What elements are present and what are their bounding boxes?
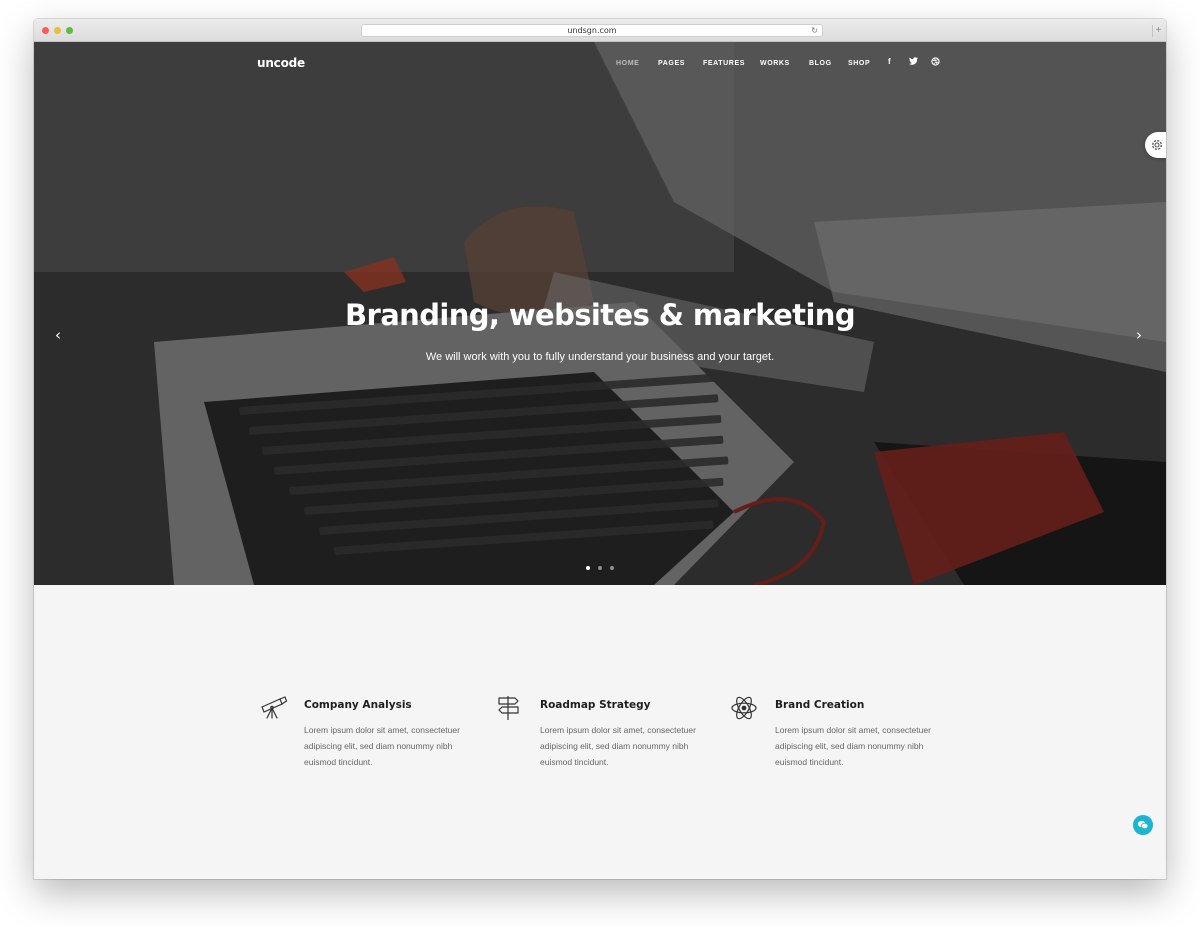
nav-item-works[interactable]: WORKS	[760, 59, 790, 68]
nav-item-blog[interactable]: BLOG	[809, 59, 832, 68]
chat-button[interactable]	[1133, 815, 1153, 835]
minimize-window-button[interactable]	[54, 27, 61, 34]
browser-titlebar: undsgn.com ↻ +	[34, 19, 1166, 42]
feature-title: Brand Creation	[775, 699, 865, 711]
nav-item-home[interactable]: HOME	[616, 59, 639, 68]
feature-text: Lorem ipsum dolor sit amet, consectetuer…	[304, 725, 460, 767]
hero-slider: uncode HOME PAGES FEATURES WORKS BLOG SH…	[34, 42, 1166, 585]
address-bar-url: undsgn.com	[567, 26, 617, 35]
close-window-button[interactable]	[42, 27, 49, 34]
hero-title: Branding, websites & marketing	[344, 298, 856, 332]
nav-item-shop[interactable]: SHOP	[848, 59, 870, 68]
slider-dot[interactable]	[586, 566, 590, 570]
telescope-icon	[261, 696, 288, 719]
browser-window: undsgn.com ↻ + uncode HOME PAGES FEATURE…	[34, 19, 1166, 879]
address-bar[interactable]: undsgn.com ↻	[361, 24, 823, 37]
plus-icon[interactable]: +	[1152, 25, 1164, 37]
theme-settings-button[interactable]	[1145, 132, 1166, 158]
signpost-icon	[498, 696, 519, 720]
chevron-right-icon[interactable]: ›	[1136, 326, 1142, 344]
dribbble-icon[interactable]	[931, 57, 940, 69]
nav-item-features[interactable]: FEATURES	[703, 59, 745, 68]
feature-title: Company Analysis	[304, 699, 412, 711]
feature-text: Lorem ipsum dolor sit amet, consectetuer…	[540, 725, 696, 767]
site-logo[interactable]: uncode	[257, 56, 305, 70]
feature-text: Lorem ipsum dolor sit amet, consectetuer…	[775, 725, 931, 767]
facebook-icon[interactable]: f	[888, 57, 891, 67]
gear-icon	[1152, 140, 1162, 150]
twitter-icon[interactable]	[909, 57, 918, 68]
chat-icon	[1137, 820, 1149, 830]
atom-icon	[731, 696, 757, 720]
chevron-left-icon[interactable]: ‹	[55, 326, 61, 344]
slider-dot[interactable]	[610, 566, 614, 570]
reload-icon[interactable]: ↻	[811, 25, 818, 37]
slider-dot[interactable]	[598, 566, 602, 570]
zoom-window-button[interactable]	[66, 27, 73, 34]
feature-title: Roadmap Strategy	[540, 699, 651, 711]
features-section: Company Analysis Lorem ipsum dolor sit a…	[34, 585, 1166, 879]
hero-subtitle: We will work with you to fully understan…	[425, 351, 775, 363]
nav-item-pages[interactable]: PAGES	[658, 59, 685, 68]
